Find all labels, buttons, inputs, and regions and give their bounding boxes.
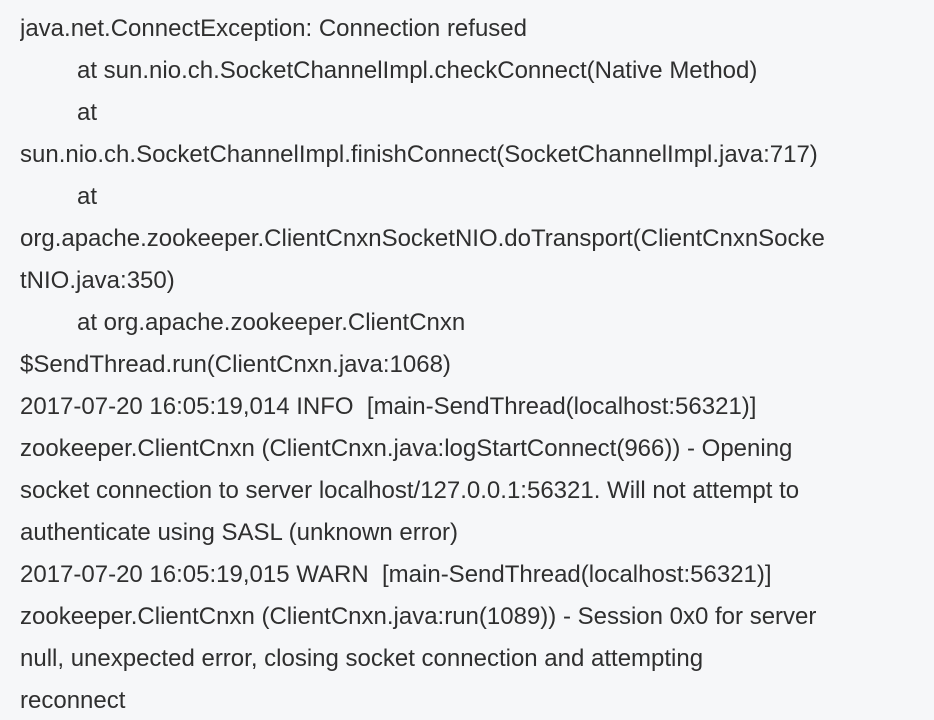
log-line: org.apache.zookeeper.ClientCnxnSocketNIO…	[20, 225, 825, 252]
log-line: at	[77, 99, 98, 126]
log-line: sun.nio.ch.SocketChannelImpl.finishConne…	[20, 141, 818, 168]
log-line: at org.apache.zookeeper.ClientCnxn	[77, 309, 466, 336]
log-output: java.net.ConnectException: Connection re…	[0, 0, 934, 720]
log-line: zookeeper.ClientCnxn (ClientCnxn.java:lo…	[20, 435, 793, 462]
log-line: at	[77, 183, 98, 210]
log-line: at sun.nio.ch.SocketChannelImpl.checkCon…	[77, 57, 758, 84]
log-line: reconnect	[20, 687, 126, 714]
log-line: authenticate using SASL (unknown error)	[20, 519, 459, 546]
log-line: 2017-07-20 16:05:19,014 INFO [main-SendT…	[20, 393, 757, 420]
log-line: zookeeper.ClientCnxn (ClientCnxn.java:ru…	[20, 603, 817, 630]
log-line: 2017-07-20 16:05:19,015 WARN [main-SendT…	[20, 561, 772, 588]
log-line: $SendThread.run(ClientCnxn.java:1068)	[20, 351, 451, 378]
log-line: tNIO.java:350)	[20, 267, 175, 294]
log-line: null, unexpected error, closing socket c…	[20, 645, 704, 672]
log-line: socket connection to server localhost/12…	[20, 477, 800, 504]
log-line: java.net.ConnectException: Connection re…	[20, 15, 527, 42]
